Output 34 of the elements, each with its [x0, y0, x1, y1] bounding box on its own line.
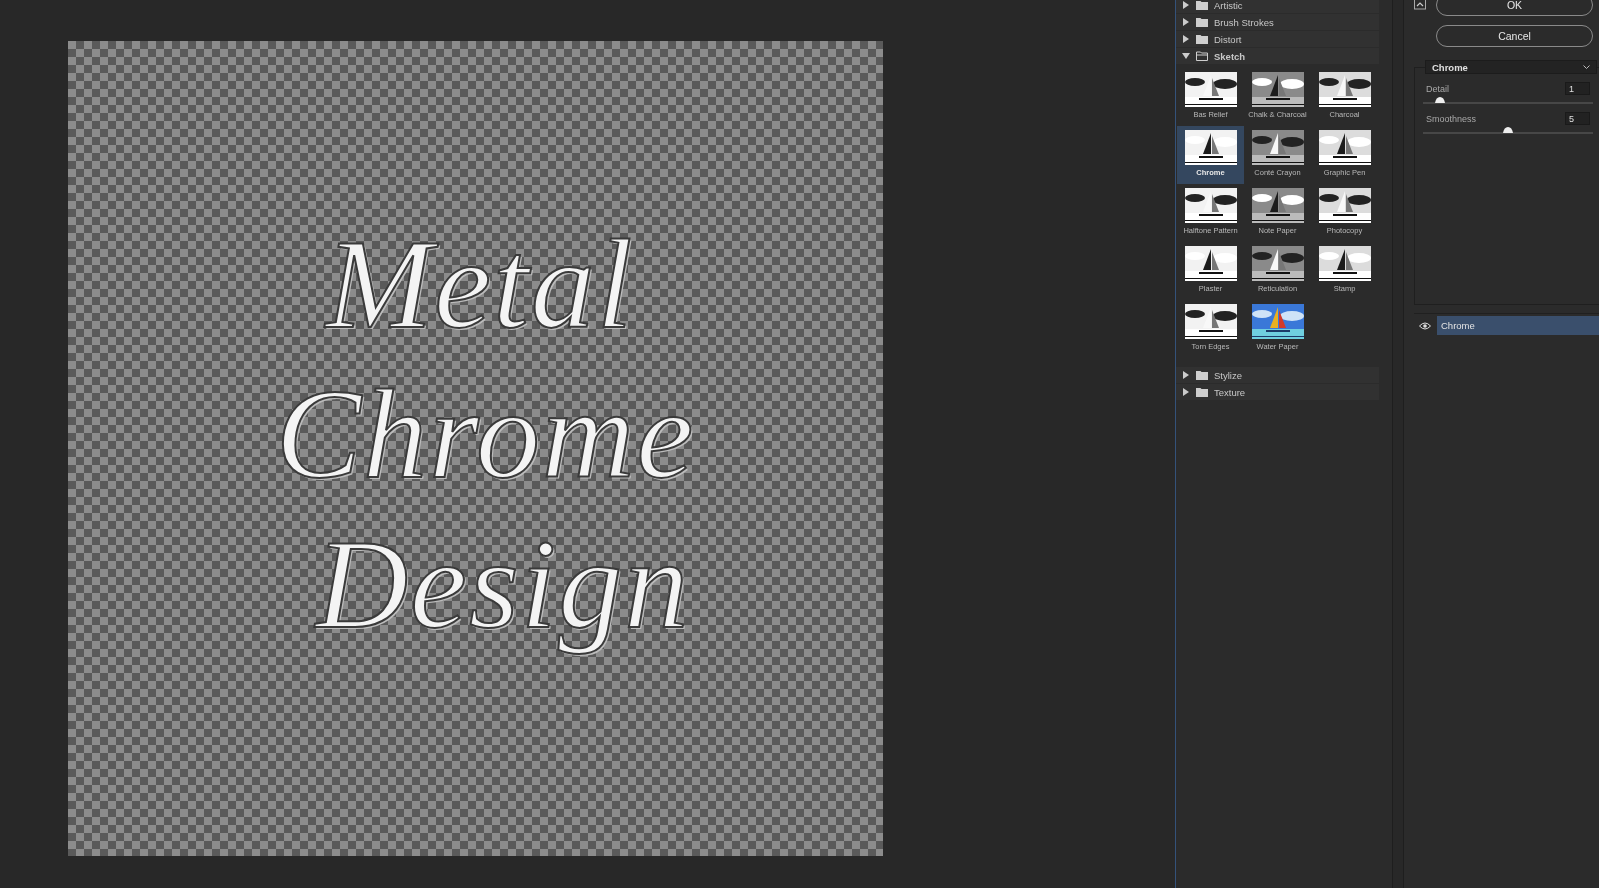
- collapse-icon[interactable]: [1414, 0, 1426, 10]
- filter-group-row[interactable]: Artistic: [1176, 0, 1379, 13]
- effect-layer-row[interactable]: Chrome: [1437, 316, 1599, 335]
- disclosure-icon: [1182, 18, 1190, 26]
- disclosure-icon: [1182, 52, 1190, 60]
- ok-button[interactable]: OK: [1436, 0, 1593, 16]
- disclosure-icon: [1182, 35, 1190, 43]
- eye-icon[interactable]: [1417, 321, 1433, 330]
- filter-group-row[interactable]: Texture: [1176, 384, 1379, 400]
- filter-dropdown[interactable]: Chrome: [1425, 60, 1597, 74]
- value-field[interactable]: 5: [1565, 112, 1590, 125]
- disclosure-icon: [1182, 1, 1190, 9]
- folder-icon: [1196, 17, 1208, 27]
- slider-handle[interactable]: [1503, 127, 1513, 133]
- value-field[interactable]: 1: [1565, 82, 1590, 95]
- folder-icon: [1196, 34, 1208, 44]
- filter-group-row[interactable]: Brush Strokes: [1176, 14, 1379, 30]
- folder-icon: [1196, 0, 1208, 10]
- filter-group-row[interactable]: Distort: [1176, 31, 1379, 47]
- folder-icon: [1196, 387, 1208, 397]
- filter-group-row[interactable]: Sketch: [1176, 48, 1379, 64]
- parameter-label: Detail: [1426, 83, 1449, 94]
- chevron-icon: [1583, 64, 1590, 70]
- canvas-text: Design: [315, 511, 691, 657]
- canvas-text: Chrome: [275, 361, 696, 507]
- disclosure-icon: [1182, 388, 1190, 396]
- parameter-label: Smoothness: [1426, 113, 1477, 124]
- folder-icon: [1196, 51, 1208, 61]
- slider-handle[interactable]: [1435, 97, 1445, 103]
- canvas-text: Metal: [325, 211, 635, 357]
- folder-icon: [1196, 370, 1208, 380]
- disclosure-icon: [1182, 371, 1190, 379]
- filter-group-row[interactable]: Stylize: [1176, 367, 1379, 383]
- cancel-button[interactable]: Cancel: [1436, 25, 1593, 47]
